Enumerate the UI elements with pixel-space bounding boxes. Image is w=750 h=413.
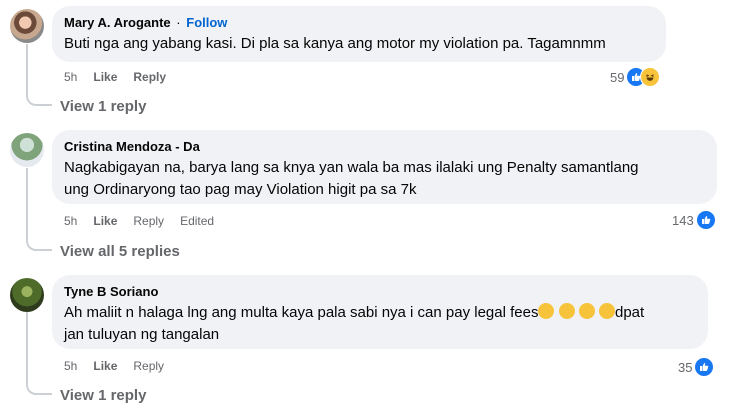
reply-button[interactable]: Reply <box>133 214 164 228</box>
reaction-summary[interactable]: 35 <box>678 357 715 377</box>
avatar[interactable] <box>10 133 44 167</box>
comment-author-line: Mary A. Arogante · Follow <box>64 14 654 31</box>
like-icon <box>695 210 716 230</box>
thread-connector <box>26 44 52 106</box>
like-icon <box>694 357 715 377</box>
thread-connector <box>26 168 52 251</box>
laughing-emoji-icon <box>538 303 555 319</box>
like-button[interactable]: Like <box>93 214 117 228</box>
follow-button[interactable]: Follow <box>186 15 227 30</box>
laughing-emoji-icon <box>558 303 575 319</box>
comment-author[interactable]: Cristina Mendoza - Da <box>64 138 705 155</box>
reaction-count: 35 <box>678 359 693 375</box>
comment-time[interactable]: 5h <box>64 70 77 84</box>
reply-button[interactable]: Reply <box>133 359 164 373</box>
comment-text: Buti nga ang yabang kasi. Di pla sa kany… <box>64 35 606 52</box>
reaction-summary[interactable]: 143 <box>672 210 716 230</box>
laughing-emoji-icon <box>598 303 615 319</box>
reaction-count: 143 <box>672 212 694 228</box>
comment-author[interactable]: Tyne B Soriano <box>64 283 696 300</box>
comment-text-line: ung Ordinaryong tao pag may Violation hi… <box>64 181 417 198</box>
reaction-summary[interactable]: 59 <box>610 67 661 87</box>
comment-bubble: Cristina Mendoza - Da Nagkabigayan na, b… <box>52 130 717 204</box>
haha-icon <box>640 67 661 87</box>
comment-time[interactable]: 5h <box>64 359 77 373</box>
comment-text-line: Ah maliit n halaga lng ang multa kaya pa… <box>64 302 696 324</box>
view-replies-link[interactable]: View all 5 replies <box>60 243 180 260</box>
comment-time[interactable]: 5h <box>64 214 77 228</box>
avatar[interactable] <box>10 278 44 312</box>
like-button[interactable]: Like <box>93 359 117 373</box>
comment-actions: 5h Like Reply <box>64 359 180 373</box>
comment-author[interactable]: Mary A. Arogante <box>64 15 171 30</box>
laughing-emoji-icon <box>578 303 595 319</box>
edited-label[interactable]: Edited <box>180 214 214 228</box>
view-replies-link[interactable]: View 1 reply <box>60 98 146 115</box>
thread-connector <box>26 312 52 395</box>
comment-bubble: Tyne B Soriano Ah maliit n halaga lng an… <box>52 275 708 349</box>
comment-text-segment: dpat <box>614 304 645 321</box>
reaction-count: 59 <box>610 69 625 85</box>
separator-dot: · <box>176 15 181 30</box>
comment-text-line: Nagkabigayan na, barya lang sa knya yan … <box>64 159 639 176</box>
comment-bubble: Mary A. Arogante · Follow Buti nga ang y… <box>52 6 666 62</box>
comment-actions: 5h Like Reply <box>64 70 182 84</box>
reply-button[interactable]: Reply <box>133 70 166 84</box>
avatar[interactable] <box>10 9 44 43</box>
like-button[interactable]: Like <box>93 70 117 84</box>
comment-text: Ah maliit n halaga lng ang multa kaya pa… <box>64 302 696 346</box>
comment-text-line: jan tuluyan ng tangalan <box>64 326 220 343</box>
view-replies-link[interactable]: View 1 reply <box>60 387 146 404</box>
comment-text-segment: Ah maliit n halaga lng ang multa kaya pa… <box>64 304 539 321</box>
comment-text: Nagkabigayan na, barya lang sa knya yan … <box>64 157 705 201</box>
comment-actions: 5h Like Reply Edited <box>64 214 230 228</box>
